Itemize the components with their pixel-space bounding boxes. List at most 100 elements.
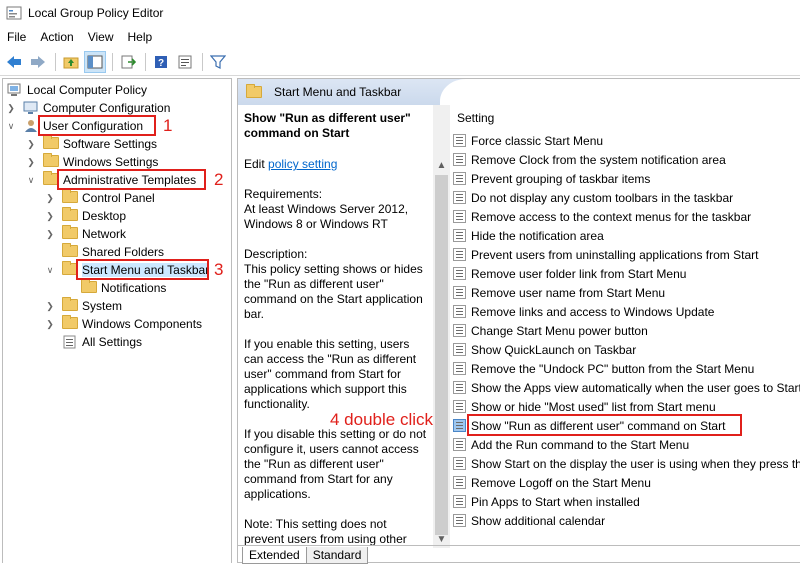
chevron-right-icon[interactable]: ❯ — [44, 189, 56, 207]
setting-row[interactable]: Pin Apps to Start when installed — [453, 492, 800, 511]
chevron-down-icon[interactable]: ∨ — [5, 117, 17, 135]
chevron-right-icon[interactable]: ❯ — [44, 297, 56, 315]
folder-icon — [62, 297, 78, 311]
menu-view[interactable]: View — [81, 30, 121, 44]
setting-icon — [453, 286, 466, 299]
annotation-box-2 — [57, 169, 206, 190]
forward-icon[interactable] — [27, 51, 49, 73]
setting-label: Add the Run command to the Start Menu — [471, 437, 690, 452]
folder-icon — [246, 84, 262, 98]
tree-node-control-panel[interactable]: ❯ Control Panel — [44, 189, 155, 207]
annotation-box-3 — [76, 259, 209, 280]
note-text: Note: This setting does not prevent user… — [244, 517, 407, 545]
chevron-right-icon[interactable]: ❯ — [25, 135, 37, 153]
tab-extended[interactable]: Extended — [242, 547, 307, 564]
enable-text: If you enable this setting, users can ac… — [244, 337, 417, 411]
tab-standard[interactable]: Standard — [305, 547, 369, 564]
edit-policy-link[interactable]: policy setting — [268, 157, 337, 171]
column-header-setting[interactable]: Setting — [457, 111, 494, 125]
settings-list: Setting Force classic Start Menu Remove C… — [450, 105, 800, 548]
setting-row[interactable]: Prevent grouping of taskbar items — [453, 169, 800, 188]
setting-row[interactable]: Show Start on the display the user is us… — [453, 454, 800, 473]
tree-node-software-settings[interactable]: ❯ Software Settings — [25, 135, 157, 153]
menu-action[interactable]: Action — [33, 30, 80, 44]
setting-row[interactable]: Add the Run command to the Start Menu — [453, 435, 800, 454]
setting-icon — [453, 134, 466, 147]
svg-text:?: ? — [158, 58, 164, 69]
scroll-thumb[interactable] — [435, 175, 448, 535]
annotation-box-1 — [38, 115, 156, 136]
disable-text: If you disable this setting or do not co… — [244, 427, 427, 501]
setting-icon — [453, 457, 466, 470]
chevron-right-icon[interactable]: ❯ — [44, 225, 56, 243]
description-scrollbar[interactable]: ▲ ▼ — [433, 105, 450, 548]
setting-row[interactable]: Hide the notification area — [453, 226, 800, 245]
back-icon[interactable] — [3, 51, 25, 73]
setting-icon — [453, 305, 466, 318]
chevron-down-icon[interactable]: ∨ — [25, 171, 37, 189]
toolbar-separator — [55, 53, 56, 71]
show-hide-tree-icon[interactable] — [84, 51, 106, 73]
folder-icon — [62, 207, 78, 221]
chevron-right-icon[interactable]: ❯ — [5, 99, 17, 117]
folder-icon — [62, 189, 78, 203]
help-icon[interactable]: ? — [150, 51, 172, 73]
tree-node-desktop[interactable]: ❯ Desktop — [44, 207, 126, 225]
setting-icon — [453, 267, 466, 280]
setting-icon — [453, 229, 466, 242]
setting-row[interactable]: Prevent users from uninstalling applicat… — [453, 245, 800, 264]
setting-label: Change Start Menu power button — [471, 323, 648, 338]
title-bar: Local Group Policy Editor — [0, 0, 800, 26]
setting-row[interactable]: Remove user folder link from Start Menu — [453, 264, 800, 283]
tree-node-all-settings[interactable]: All Settings — [44, 333, 142, 351]
tree-pane: Local Computer Policy ❯ Computer Configu… — [2, 78, 232, 563]
up-folder-icon[interactable] — [60, 51, 82, 73]
folder-icon — [43, 153, 59, 167]
export-list-icon[interactable] — [117, 51, 139, 73]
details-pane: Start Menu and Taskbar Show "Run as diff… — [237, 78, 800, 564]
setting-row[interactable]: Remove Logoff on the Start Menu — [453, 473, 800, 492]
setting-icon — [453, 362, 466, 375]
setting-row[interactable]: Remove Clock from the system notificatio… — [453, 150, 800, 169]
tree-node-system[interactable]: ❯ System — [44, 297, 122, 315]
setting-row[interactable]: Remove the "Undock PC" button from the S… — [453, 359, 800, 378]
setting-icon — [453, 172, 466, 185]
view-tabs: Extended Standard — [238, 545, 800, 564]
properties-icon[interactable] — [174, 51, 196, 73]
chevron-right-icon[interactable]: ❯ — [44, 207, 56, 225]
filter-icon[interactable] — [207, 51, 229, 73]
chevron-right-icon[interactable]: ❯ — [44, 315, 56, 333]
setting-label: Remove access to the context menus for t… — [471, 209, 752, 224]
scroll-up-icon[interactable]: ▲ — [433, 157, 450, 174]
setting-row[interactable]: Show additional calendar — [453, 511, 800, 530]
chevron-down-icon[interactable]: ∨ — [44, 261, 56, 279]
chevron-right-icon[interactable]: ❯ — [25, 153, 37, 171]
setting-row[interactable]: Remove access to the context menus for t… — [453, 207, 800, 226]
description-text: Description: This policy setting shows o… — [244, 247, 423, 321]
tree-node-notifications[interactable]: Notifications — [63, 279, 166, 297]
tree-node-windows-components[interactable]: ❯ Windows Components — [44, 315, 202, 333]
folder-icon — [43, 135, 59, 149]
setting-row[interactable]: Change Start Menu power button — [453, 321, 800, 340]
setting-icon — [453, 400, 466, 413]
folder-icon — [62, 225, 78, 239]
setting-row[interactable]: Show QuickLaunch on Taskbar — [453, 340, 800, 359]
annotation-label-4: 4 double click — [330, 410, 434, 430]
setting-row[interactable]: Show the Apps view automatically when th… — [453, 378, 800, 397]
setting-label: Remove links and access to Windows Updat… — [471, 304, 715, 319]
setting-label: Remove user name from Start Menu — [471, 285, 666, 300]
menu-help[interactable]: Help — [121, 30, 160, 44]
requirements-text: Requirements: At least Windows Server 20… — [244, 187, 409, 231]
setting-label: Remove Clock from the system notificatio… — [471, 152, 726, 167]
setting-row[interactable]: Force classic Start Menu — [453, 131, 800, 150]
setting-icon — [453, 419, 466, 432]
tree-node-network[interactable]: ❯ Network — [44, 225, 126, 243]
setting-label: Show Start on the display the user is us… — [471, 456, 800, 471]
all-settings-icon — [63, 335, 76, 349]
setting-row[interactable]: Remove links and access to Windows Updat… — [453, 302, 800, 321]
folder-icon — [62, 315, 78, 329]
tree-node-local-computer-policy[interactable]: Local Computer Policy — [7, 81, 147, 99]
setting-row[interactable]: Do not display any custom toolbars in th… — [453, 188, 800, 207]
setting-row[interactable]: Remove user name from Start Menu — [453, 283, 800, 302]
menu-file[interactable]: File — [0, 30, 33, 44]
